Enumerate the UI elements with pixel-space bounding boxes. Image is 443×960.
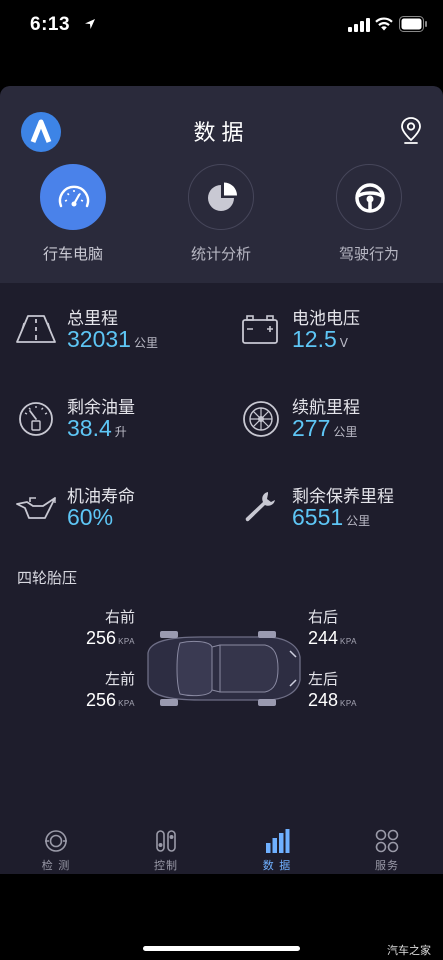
steering-wheel-icon <box>355 183 385 213</box>
tab-bar: 检 测 控制 数 据 服务 <box>0 822 443 874</box>
tire-unit: KPA <box>118 637 135 646</box>
tire-pressure: 256 <box>86 690 117 710</box>
car-battery-icon <box>242 315 278 344</box>
stat-service-mileage: 剩余保养里程 6551 公里 <box>240 482 440 542</box>
quick-nav-label: 驾驶行为 <box>338 245 399 263</box>
tab-label: 控制 <box>154 859 178 872</box>
oil-life-value: 60% <box>67 504 114 530</box>
quick-nav-driving-behavior[interactable]: 驾驶行为 <box>314 164 424 264</box>
voltage-value: 12.5 <box>292 326 337 352</box>
control-icon <box>156 830 176 852</box>
stat-value: 38.4 升 <box>67 415 127 442</box>
road-icon <box>16 315 56 343</box>
oil-can-icon <box>16 497 56 519</box>
app-screen: 数据 行车电脑 统计分析 驾驶行为 总里程 32031 公里 电池电压 12.5… <box>0 86 443 874</box>
wrench-icon <box>245 492 275 522</box>
stat-unit: V <box>339 336 348 350</box>
tab-data[interactable]: 数 据 <box>247 828 307 873</box>
tire-unit: KPA <box>118 699 135 708</box>
tire-rear-right: 右后 244 KPA <box>308 606 398 649</box>
location-arrow-icon <box>85 19 95 29</box>
tire-label: 左后 <box>308 670 339 688</box>
status-bar: 6:13 <box>0 0 443 52</box>
stat-oil-life: 机油寿命 60% <box>15 482 215 542</box>
stat-value: 12.5 V <box>292 326 348 353</box>
tire-unit: KPA <box>340 699 357 708</box>
stat-unit: 升 <box>114 425 127 439</box>
stat-unit: 公里 <box>133 336 158 350</box>
tab-service[interactable]: 服务 <box>357 828 417 873</box>
fuel-value: 38.4 <box>67 415 112 441</box>
quick-nav-trip-computer[interactable]: 行车电脑 <box>18 164 128 264</box>
tire-front-right: 右前 256 KPA <box>45 606 135 649</box>
tire-value: 248 KPA <box>308 690 398 711</box>
range-value: 277 <box>292 415 331 441</box>
stat-value: 60% <box>67 504 113 531</box>
tire-unit: KPA <box>340 637 357 646</box>
battery-icon <box>399 16 427 32</box>
watermark: 汽车之家 <box>387 944 431 957</box>
stat-unit: 公里 <box>346 514 371 528</box>
speedometer-button[interactable] <box>40 164 106 230</box>
driving-behavior-button[interactable] <box>336 164 402 230</box>
service-mileage-value: 6551 <box>292 504 344 530</box>
stat-remaining-fuel: 剩余油量 38.4 升 <box>15 393 215 453</box>
stat-battery-voltage: 电池电压 12.5 V <box>240 304 440 364</box>
status-time: 6:13 <box>30 14 71 35</box>
cellular-signal-icon <box>348 18 370 32</box>
tire-rear-left: 左后 248 KPA <box>308 668 398 711</box>
tire-label: 右前 <box>104 608 135 626</box>
quick-nav-statistics[interactable]: 统计分析 <box>166 164 276 264</box>
tab-label: 检 测 <box>41 859 71 872</box>
grid-icon <box>375 829 399 853</box>
tire-pressure: 248 <box>308 690 339 710</box>
quick-nav-label: 行车电脑 <box>42 245 103 263</box>
page-title: 数据 <box>193 121 250 146</box>
tire-value: 244 KPA <box>308 628 398 649</box>
tab-inspect[interactable]: 检 测 <box>26 828 86 873</box>
wifi-icon <box>375 17 393 31</box>
stat-total-mileage: 总里程 32031 公里 <box>15 304 215 364</box>
home-indicator[interactable] <box>143 946 300 951</box>
stat-value: 6551 公里 <box>292 504 370 531</box>
statistics-button[interactable] <box>188 164 254 230</box>
mileage-value: 32031 <box>67 326 131 352</box>
tire-pressure: 256 <box>86 628 117 648</box>
scan-icon <box>45 830 67 852</box>
tire-label: 左前 <box>104 670 135 688</box>
fuel-gauge-icon <box>19 402 53 436</box>
tire-front-left: 左前 256 KPA <box>45 668 135 711</box>
car-top-view-icon <box>147 631 301 706</box>
speedometer-icon <box>58 185 90 208</box>
tire-value: 256 KPA <box>45 690 135 711</box>
tab-label: 数 据 <box>262 859 292 872</box>
tab-label: 服务 <box>375 859 399 872</box>
stat-value: 277 公里 <box>292 415 357 442</box>
tire-value: 256 KPA <box>45 628 135 649</box>
tire-pressure: 244 <box>308 628 339 648</box>
stat-unit: 公里 <box>333 425 358 439</box>
chart-icon <box>266 829 290 853</box>
tab-control[interactable]: 控制 <box>136 828 196 873</box>
quick-nav-label: 统计分析 <box>190 245 251 263</box>
pie-chart-icon <box>208 182 237 211</box>
location-pin-icon[interactable] <box>399 116 423 146</box>
tire-label: 右后 <box>308 608 339 626</box>
tire-pressure-title: 四轮胎压 <box>17 569 78 587</box>
stat-value: 32031 公里 <box>67 326 158 353</box>
stat-cruising-range: 续航里程 277 公里 <box>240 393 440 453</box>
wheel-icon <box>243 401 279 437</box>
